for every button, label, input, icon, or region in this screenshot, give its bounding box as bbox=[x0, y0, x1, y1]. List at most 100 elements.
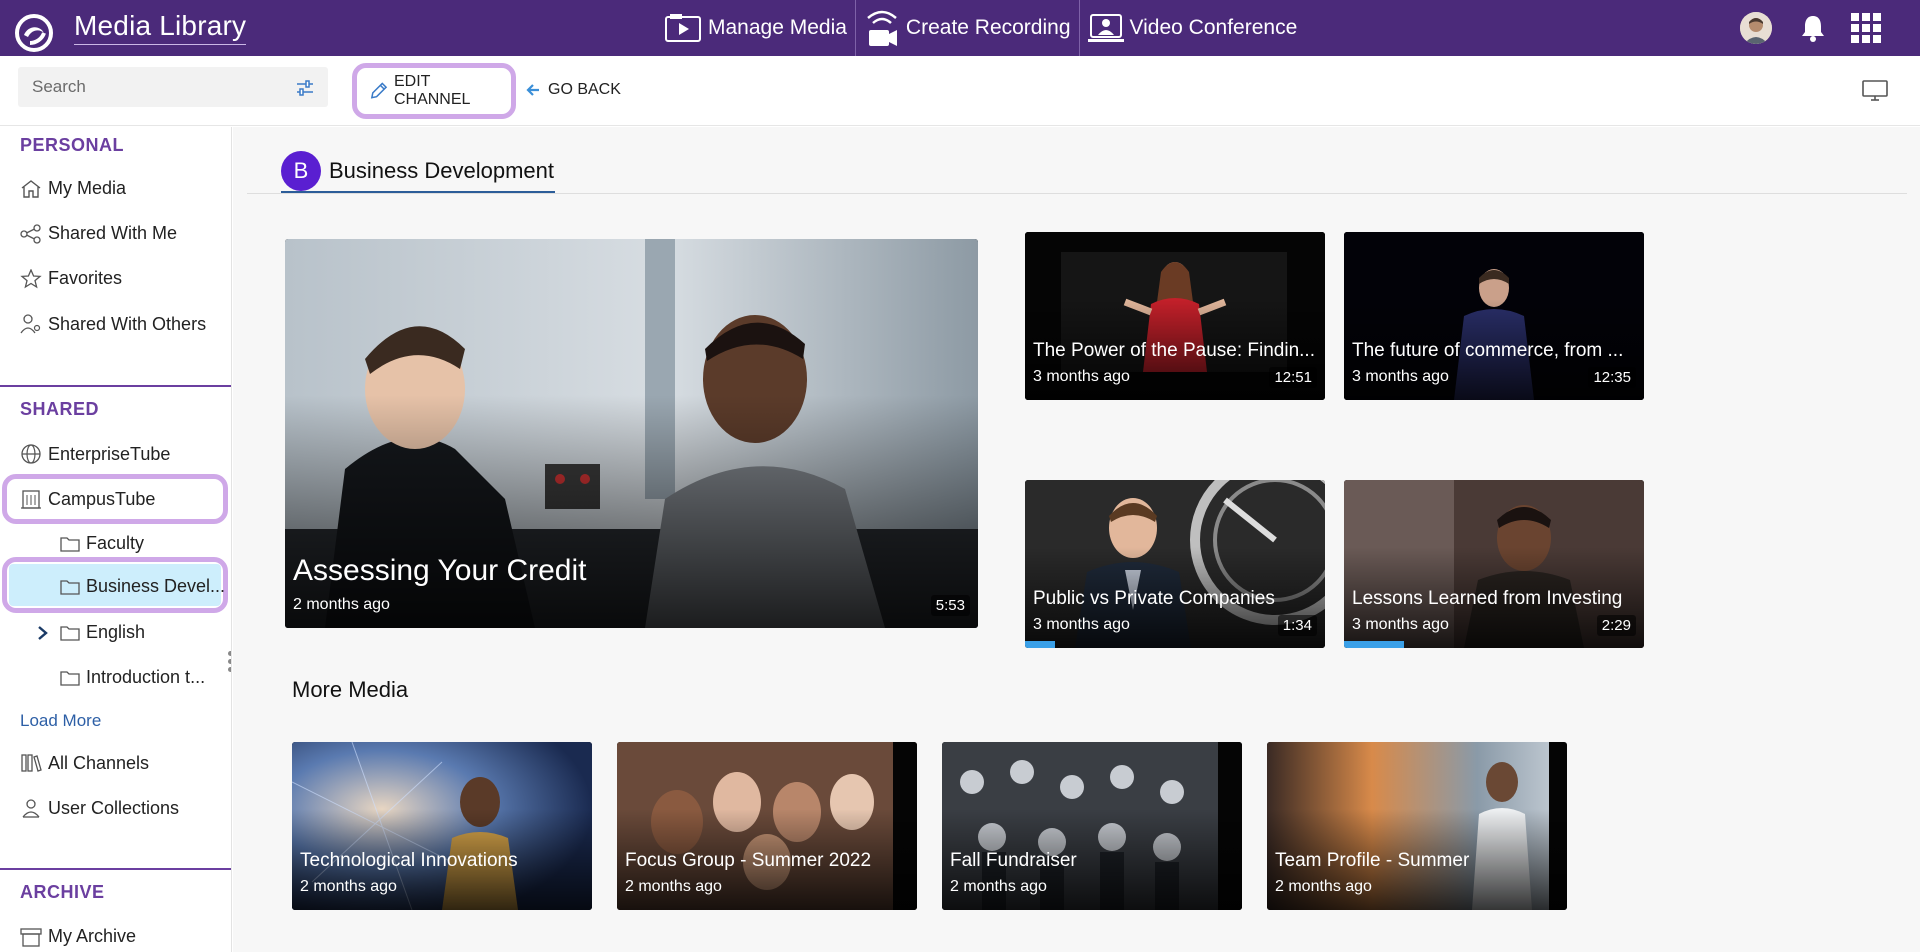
nav-label: Manage Media bbox=[708, 16, 847, 39]
watch-progress-bar bbox=[1025, 641, 1055, 648]
video-title: Lessons Learned from Investing bbox=[1352, 588, 1623, 609]
channel-tab[interactable]: B Business Development bbox=[281, 151, 558, 191]
video-duration: 12:35 bbox=[1588, 367, 1636, 388]
home-icon bbox=[21, 179, 41, 198]
sidebar-item-label: My Media bbox=[48, 178, 127, 198]
sidebar-item-label: CampusTube bbox=[48, 488, 156, 509]
sidebar-item-label: Faculty bbox=[86, 533, 145, 553]
nav-create-recording[interactable]: Create Recording bbox=[856, 0, 1080, 56]
video-age: 2 months ago bbox=[293, 596, 390, 613]
resize-handle[interactable] bbox=[228, 651, 231, 675]
monitor-icon[interactable] bbox=[1862, 80, 1888, 102]
video-card[interactable]: The future of commerce, from ... 3 month… bbox=[1344, 232, 1644, 400]
sidebar-item-label: English bbox=[86, 622, 146, 642]
watch-progress-bar bbox=[1344, 641, 1404, 648]
sidebar-item-campustube[interactable]: CampusTube bbox=[20, 488, 155, 510]
video-conference-icon bbox=[1087, 14, 1124, 42]
video-title: Fall Fundraiser bbox=[950, 850, 1077, 871]
video-age: 3 months ago bbox=[1033, 616, 1130, 633]
arrow-left-icon bbox=[526, 84, 539, 96]
shared-users-icon bbox=[20, 314, 41, 334]
section-title-archive: ARCHIVE bbox=[20, 882, 105, 902]
video-duration: 12:51 bbox=[1269, 367, 1317, 388]
tab-divider bbox=[247, 193, 1907, 194]
go-back-button[interactable]: GO BACK bbox=[526, 81, 621, 99]
sidebar-item-my-archive[interactable]: My Archive bbox=[20, 926, 136, 947]
top-nav: Manage Media Create Recording Video Conf… bbox=[656, 0, 1305, 56]
sidebar-item-faculty[interactable]: Faculty bbox=[60, 533, 144, 554]
sidebar-item-label: Favorites bbox=[48, 268, 123, 288]
video-duration: 2:29 bbox=[1596, 615, 1636, 636]
building-icon bbox=[21, 490, 41, 509]
sidebar-item-user-collections[interactable]: User Collections bbox=[20, 797, 179, 819]
edit-channel-highlight: EDIT CHANNEL bbox=[352, 63, 516, 119]
sidebar-item-label: EnterpriseTube bbox=[48, 443, 171, 464]
video-age: 3 months ago bbox=[1033, 368, 1130, 385]
video-card[interactable]: Fall Fundraiser 2 months ago bbox=[942, 742, 1242, 910]
edit-channel-button[interactable]: EDIT CHANNEL bbox=[363, 73, 505, 108]
sidebar-item-shared-with-me[interactable]: Shared With Me bbox=[20, 223, 177, 244]
sidebar-item-shared-with-others[interactable]: Shared With Others bbox=[20, 313, 206, 335]
sidebar-item-favorites[interactable]: Favorites bbox=[20, 268, 122, 289]
filter-sliders-icon[interactable] bbox=[296, 80, 314, 96]
search-input[interactable] bbox=[18, 67, 328, 107]
video-card[interactable]: The Power of the Pause: Findin... 3 mont… bbox=[1025, 232, 1325, 400]
nav-label: Video Conference bbox=[1129, 16, 1298, 39]
main-content: B Business Development Assessing Your Cr… bbox=[233, 127, 1920, 952]
video-card[interactable]: Team Profile - Summer 2 months ago bbox=[1267, 742, 1567, 910]
sidebar-item-business-development[interactable]: Business Devel... bbox=[60, 576, 225, 597]
video-age: 3 months ago bbox=[1352, 368, 1449, 385]
video-title: Public vs Private Companies bbox=[1033, 588, 1275, 609]
channel-badge: B bbox=[281, 151, 321, 191]
more-media-title: More Media bbox=[292, 677, 409, 702]
channel-title: Business Development bbox=[329, 158, 555, 183]
video-age: 2 months ago bbox=[625, 878, 722, 895]
video-card[interactable]: Lessons Learned from Investing 3 months … bbox=[1344, 480, 1644, 648]
user-avatar-icon bbox=[1740, 12, 1772, 44]
thumbnail-gradient bbox=[285, 394, 978, 628]
sidebar-item-label: User Collections bbox=[48, 797, 180, 818]
video-card[interactable]: Focus Group - Summer 2022 2 months ago bbox=[617, 742, 917, 910]
sidebar-item-introduction[interactable]: Introduction t... bbox=[60, 667, 205, 688]
app-logo-icon[interactable] bbox=[14, 13, 54, 53]
archive-box-icon bbox=[20, 927, 42, 947]
folder-icon bbox=[60, 625, 80, 641]
folder-icon bbox=[60, 670, 80, 686]
nav-manage-media[interactable]: Manage Media bbox=[656, 0, 856, 56]
load-more-link[interactable]: Load More bbox=[20, 711, 101, 731]
chevron-right-icon[interactable] bbox=[36, 625, 50, 641]
video-age: 2 months ago bbox=[300, 878, 397, 895]
sidebar-item-all-channels[interactable]: All Channels bbox=[20, 752, 149, 774]
nav-video-conference[interactable]: Video Conference bbox=[1080, 0, 1306, 56]
edit-channel-label: EDIT CHANNEL bbox=[393, 73, 471, 108]
notifications-bell-icon[interactable] bbox=[1798, 13, 1828, 43]
pencil-icon bbox=[370, 82, 388, 99]
sidebar-item-english[interactable]: English bbox=[36, 622, 145, 643]
video-card[interactable]: Public vs Private Companies 3 months ago… bbox=[1025, 480, 1325, 648]
featured-video-card[interactable]: Assessing Your Credit 2 months ago 5:53 bbox=[285, 239, 978, 628]
avatar[interactable] bbox=[1740, 12, 1772, 44]
sidebar-item-label: Shared With Others bbox=[48, 313, 207, 334]
user-collection-icon bbox=[22, 799, 40, 818]
top-bar: Media Library Manage Media Create Record… bbox=[0, 0, 1920, 56]
video-title: The Power of the Pause: Findin... bbox=[1033, 340, 1315, 361]
nav-label: Create Recording bbox=[905, 16, 1071, 39]
sidebar-item-label: Business Devel... bbox=[86, 576, 226, 596]
globe-icon bbox=[21, 444, 41, 464]
app-title[interactable]: Media Library bbox=[74, 10, 247, 45]
section-title-shared: SHARED bbox=[20, 399, 100, 419]
video-card[interactable]: Technological Innovations 2 months ago bbox=[292, 742, 592, 910]
video-duration: 5:53 bbox=[930, 595, 970, 616]
video-title: Team Profile - Summer bbox=[1275, 850, 1470, 871]
sidebar-item-label: All Channels bbox=[48, 752, 150, 773]
sidebar-item-my-media[interactable]: My Media bbox=[20, 178, 126, 199]
video-age: 2 months ago bbox=[1275, 878, 1372, 895]
video-age: 3 months ago bbox=[1352, 616, 1449, 633]
section-divider bbox=[0, 868, 231, 870]
toolbar: EDIT CHANNEL GO BACK bbox=[0, 56, 1920, 126]
apps-grid-icon[interactable] bbox=[1850, 12, 1882, 44]
star-icon bbox=[20, 268, 42, 288]
video-title: The future of commerce, from ... bbox=[1352, 340, 1624, 361]
share-icon bbox=[20, 223, 41, 244]
sidebar-item-enterprisetube[interactable]: EnterpriseTube bbox=[20, 443, 170, 465]
